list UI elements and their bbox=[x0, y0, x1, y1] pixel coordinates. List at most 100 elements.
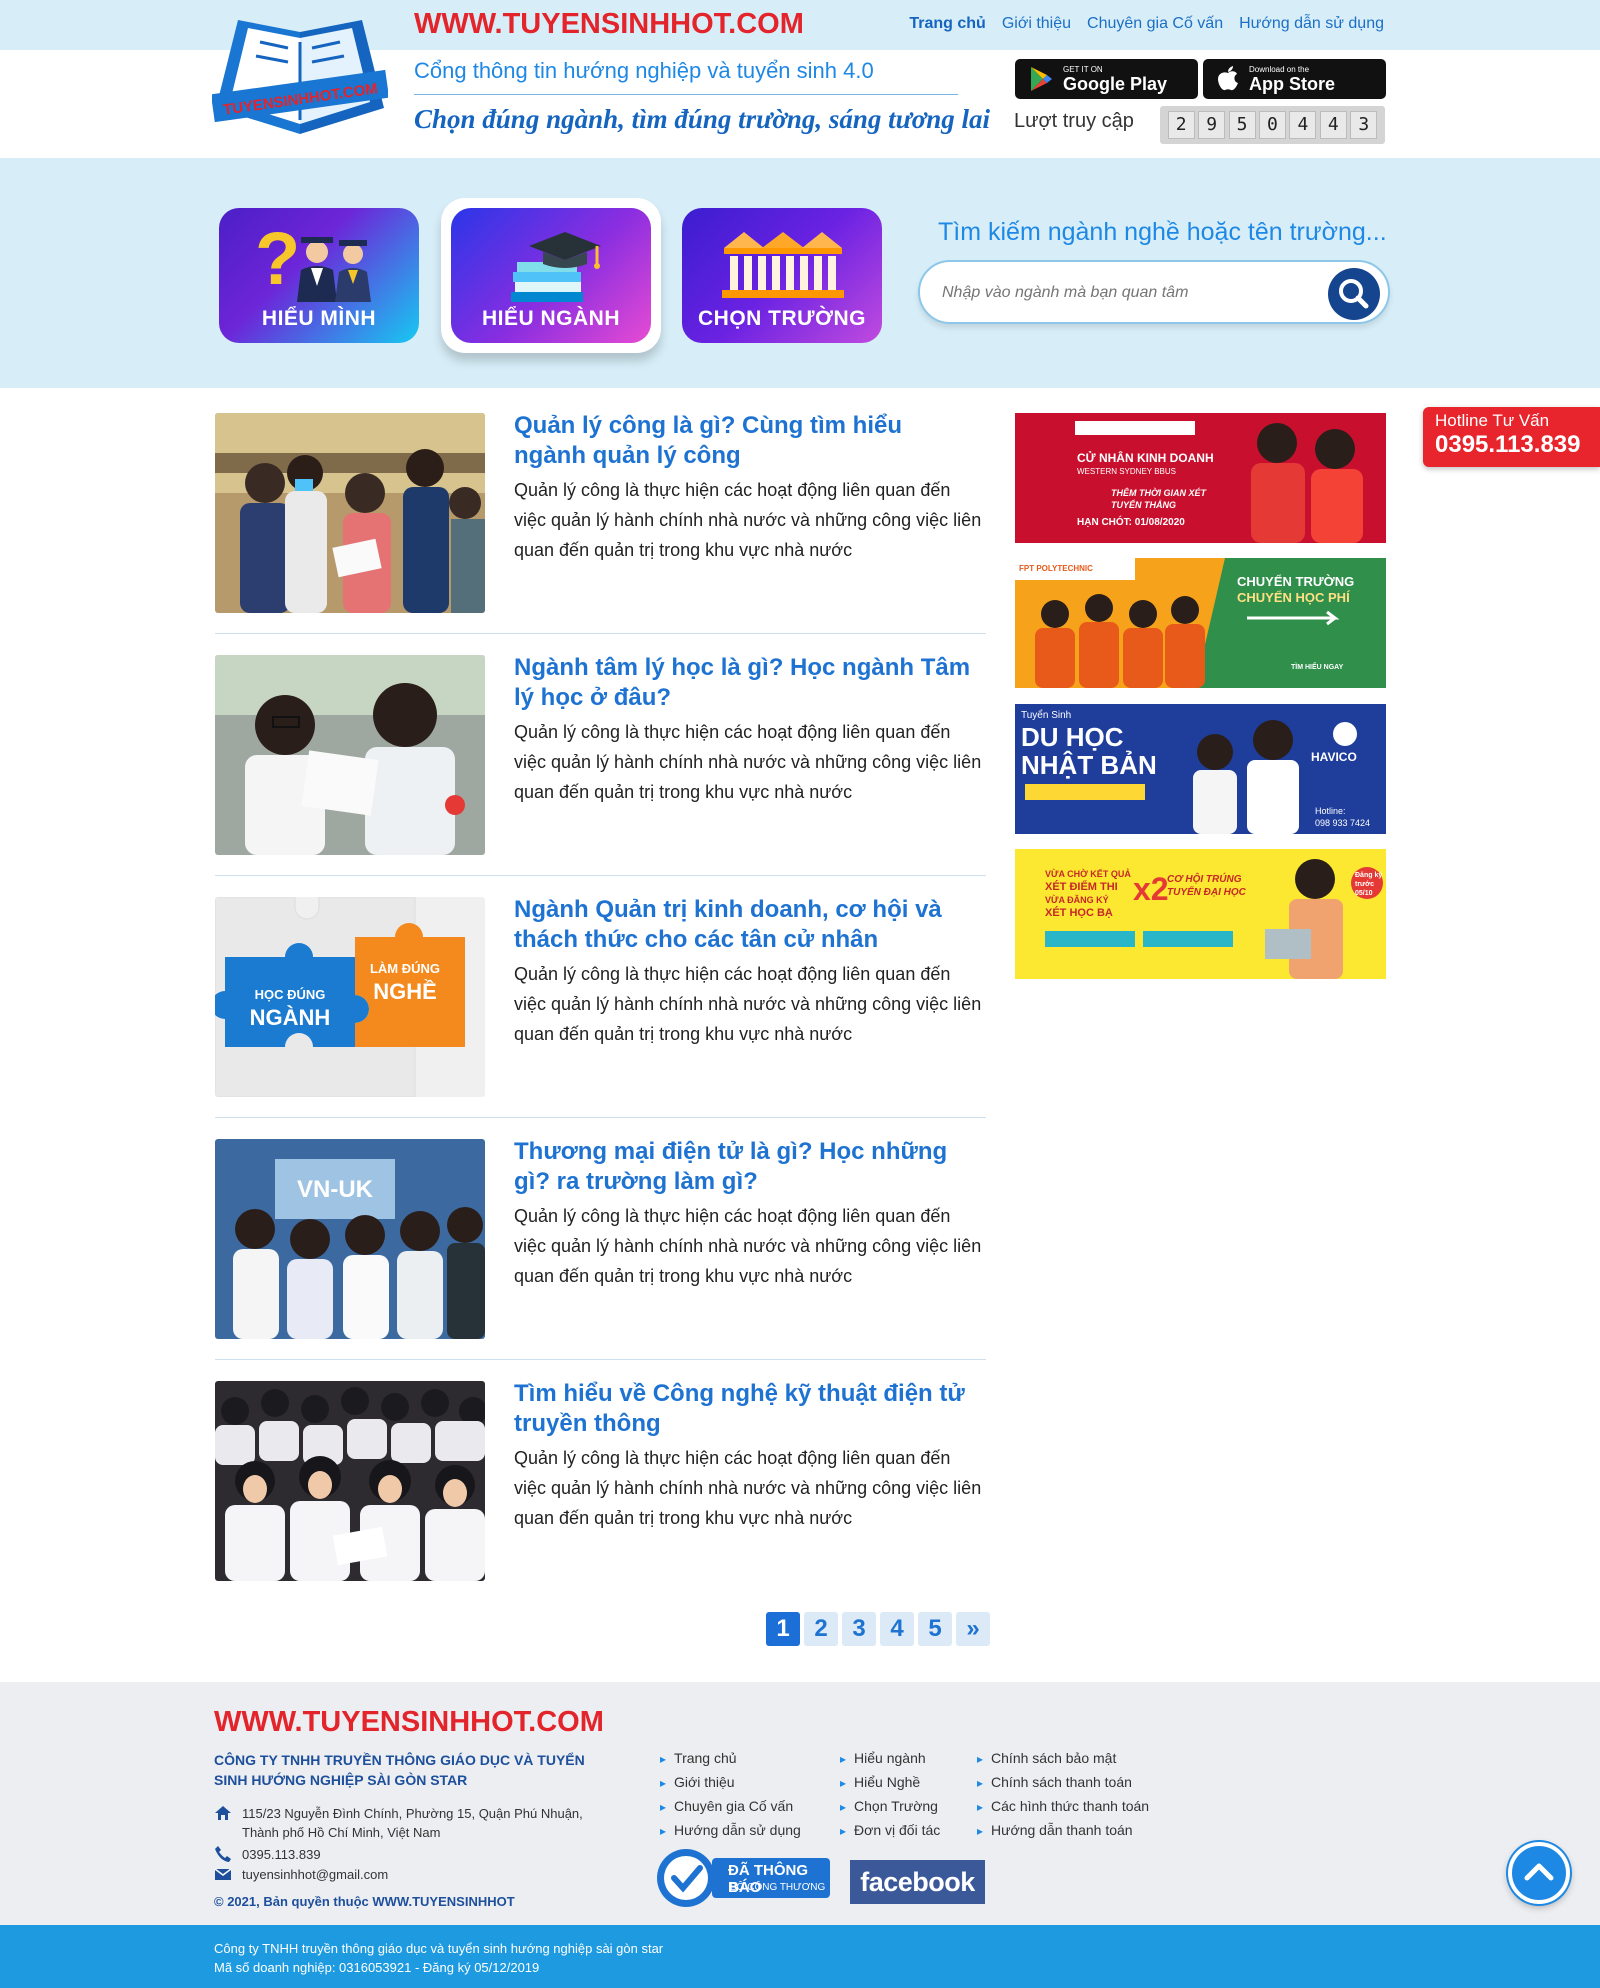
main-nav: Trang chủ Giới thiệu Chuyên gia Cố vấn H… bbox=[909, 15, 1384, 33]
tagline: Cổng thông tin hướng nghiệp và tuyển sin… bbox=[414, 58, 874, 83]
nav-about[interactable]: Giới thiệu bbox=[1002, 15, 1071, 33]
footer-link[interactable]: Chính sách thanh toán bbox=[977, 1770, 1149, 1794]
facebook-button[interactable]: facebook bbox=[850, 1860, 985, 1904]
email-text[interactable]: tuyensinhhot@gmail.com bbox=[242, 1865, 388, 1884]
google-play-button[interactable]: GET IT ON Google Play bbox=[1015, 59, 1198, 99]
footer-link[interactable]: Hiểu Nghề bbox=[840, 1770, 940, 1794]
tile-hieu-minh[interactable]: ? HIỂU MÌNH bbox=[219, 208, 419, 343]
article-thumbnail[interactable]: HỌC ĐÚNG NGÀNH LÀM ĐÚNG NGHỀ bbox=[215, 897, 485, 1097]
article-thumbnail[interactable] bbox=[215, 655, 485, 855]
page-4[interactable]: 4 bbox=[880, 1612, 914, 1646]
article-item: HỌC ĐÚNG NGÀNH LÀM ĐÚNG NGHỀ Ngành Quản … bbox=[215, 895, 986, 1099]
page-1[interactable]: 1 bbox=[766, 1612, 800, 1646]
app-store-button[interactable]: Download on the App Store bbox=[1203, 59, 1386, 99]
article-item: Ngành tâm lý học là gì? Học ngành Tâm lý… bbox=[215, 653, 986, 857]
footer-link[interactable]: Hướng dẫn sử dụng bbox=[660, 1818, 801, 1842]
google-play-small: GET IT ON bbox=[1063, 64, 1103, 74]
badge-line-2: BỘ CÔNG THƯƠNG bbox=[730, 1882, 826, 1893]
banner-text: Tuyển Sinh bbox=[1021, 710, 1072, 721]
article-description: Quản lý công là thực hiện các hoạt động … bbox=[514, 722, 982, 802]
footer-link[interactable]: Hướng dẫn thanh toán bbox=[977, 1818, 1149, 1842]
visit-digit: 5 bbox=[1228, 111, 1256, 139]
footer-link[interactable]: Hiểu ngành bbox=[840, 1746, 940, 1770]
footer-link[interactable]: Đơn vị đối tác bbox=[840, 1818, 940, 1842]
article-thumbnail[interactable] bbox=[215, 1381, 485, 1581]
tagline-divider bbox=[414, 94, 958, 95]
article-title[interactable]: Tìm hiểu về Công nghệ kỹ thuật điện tử t… bbox=[514, 1379, 974, 1439]
app-store-label: App Store bbox=[1249, 73, 1336, 94]
banner-text: NHẬT BẢN bbox=[1021, 750, 1157, 780]
banner-text: CHUYỂN HỌC PHÍ bbox=[1237, 590, 1350, 605]
phone-text[interactable]: 0395.113.839 bbox=[242, 1845, 321, 1864]
footer-link[interactable]: Trang chủ bbox=[660, 1746, 801, 1770]
search-title: Tìm kiếm ngành nghề hoặc tên trường... bbox=[938, 218, 1387, 246]
footer-link[interactable]: Giới thiệu bbox=[660, 1770, 801, 1794]
banner-text: Đăng ký trước 05/10 bbox=[1355, 872, 1383, 897]
nav-home[interactable]: Trang chủ bbox=[909, 15, 985, 33]
ministry-badge[interactable]: ĐÃ THÔNG BÁO BỘ CÔNG THƯƠNG bbox=[656, 1848, 834, 1908]
footer-link[interactable]: Chuyên gia Cố vấn bbox=[660, 1794, 801, 1818]
article-thumbnail[interactable] bbox=[215, 413, 485, 613]
visit-digit: 4 bbox=[1289, 111, 1317, 139]
thumb-sign: VN-UK bbox=[297, 1176, 374, 1203]
banner-text: CƠ HỘI TRÚNG TUYỂN ĐẠI HỌC bbox=[1167, 874, 1246, 898]
banner-text: FPT POLYTECHNIC bbox=[1019, 564, 1093, 573]
tile-chon-truong[interactable]: CHỌN TRƯỜNG bbox=[682, 208, 882, 343]
banner-text: XÉT ĐIỂM THI bbox=[1045, 881, 1118, 893]
search-icon bbox=[1339, 279, 1369, 309]
chevron-up-icon bbox=[1524, 1863, 1554, 1881]
article-item: Tìm hiểu về Công nghệ kỹ thuật điện tử t… bbox=[215, 1379, 986, 1583]
visit-digit: 0 bbox=[1258, 111, 1286, 139]
banner-western-sydney[interactable]: CỬ NHÂN KINH DOANH WESTERN SYDNEY BBUS T… bbox=[1015, 413, 1386, 543]
puzzle-left-small: HỌC ĐÚNG bbox=[255, 987, 326, 1002]
footer-link[interactable]: Các hình thức thanh toán bbox=[977, 1794, 1149, 1818]
nav-experts[interactable]: Chuyên gia Cố vấn bbox=[1087, 15, 1223, 33]
hotline-widget[interactable]: Hotline Tư Vấn 0395.113.839 bbox=[1423, 407, 1600, 467]
page-2[interactable]: 2 bbox=[804, 1612, 838, 1646]
puzzle-right-big: NGHỀ bbox=[373, 979, 437, 1004]
search-button[interactable] bbox=[1328, 268, 1380, 320]
banner-fpt-polytechnic[interactable]: FPT POLYTECHNIC CHUYỂN TRƯỜNG CHUYỂN HỌC… bbox=[1015, 558, 1386, 688]
address-line-2: Thành phố Hồ Chí Minh, Việt Nam bbox=[242, 1825, 441, 1840]
site-url[interactable]: WWW.TUYENSINHHOT.COM bbox=[414, 8, 804, 41]
banner-text: DU HỌC bbox=[1021, 722, 1124, 752]
article-description: Quản lý công là thực hiện các hoạt động … bbox=[514, 480, 982, 560]
footer-link[interactable]: Chọn Trường bbox=[840, 1794, 940, 1818]
search-box bbox=[918, 260, 1390, 324]
article-thumbnail[interactable]: VN-UK bbox=[215, 1139, 485, 1339]
article-divider bbox=[215, 1359, 986, 1360]
visit-counter: 2 9 5 0 4 4 3 bbox=[1160, 106, 1385, 144]
question-graduates-icon: ? bbox=[255, 222, 371, 302]
banner-xet-tuyen[interactable]: VỪA CHỜ KẾT QUẢ XÉT ĐIỂM THI VỪA ĐĂNG KÝ… bbox=[1015, 849, 1386, 979]
page-3[interactable]: 3 bbox=[842, 1612, 876, 1646]
article-item: Quản lý công là gì? Cùng tìm hiểu ngành … bbox=[215, 411, 986, 615]
search-input[interactable] bbox=[942, 276, 1302, 310]
visit-digit: 9 bbox=[1198, 111, 1226, 139]
banner-havico[interactable]: Tuyển Sinh DU HỌC NHẬT BẢN HAVICO Hotlin… bbox=[1015, 704, 1386, 834]
banner-text: VỪA CHỜ KẾT QUẢ bbox=[1045, 869, 1131, 879]
page-5[interactable]: 5 bbox=[918, 1612, 952, 1646]
article-title[interactable]: Ngành tâm lý học là gì? Học ngành Tâm lý… bbox=[514, 653, 974, 713]
site-logo[interactable]: TUYENSINHHOT.COM bbox=[212, 12, 388, 146]
article-description: Quản lý công là thực hiện các hoạt động … bbox=[514, 1448, 982, 1528]
school-building-icon bbox=[722, 232, 844, 298]
footer-address: 115/23 Nguyễn Đình Chính, Phường 15, Quậ… bbox=[214, 1804, 583, 1842]
pagination: 1 2 3 4 5 » bbox=[766, 1612, 990, 1646]
slogan: Chọn đúng ngành, tìm đúng trường, sáng t… bbox=[414, 104, 991, 134]
banner-text: XÉT HỌC BẠ bbox=[1045, 907, 1113, 919]
footer-copyright: © 2021, Bản quyền thuộc WWW.TUYENSINHHOT bbox=[214, 1894, 515, 1909]
footer-email: tuyensinhhot@gmail.com bbox=[214, 1865, 388, 1884]
footer-bottom-line-2: Mã số doanh nghiệp: 0316053921 - Đăng ký… bbox=[214, 1960, 540, 1975]
nav-guide[interactable]: Hướng dẫn sử dụng bbox=[1239, 15, 1384, 33]
footer-links-1: Trang chủ Giới thiệu Chuyên gia Cố vấn H… bbox=[660, 1746, 801, 1842]
article-title[interactable]: Quản lý công là gì? Cùng tìm hiểu ngành … bbox=[514, 411, 974, 471]
footer-link[interactable]: Chính sách bảo mật bbox=[977, 1746, 1149, 1770]
article-title[interactable]: Thương mại điện tử là gì? Học những gì? … bbox=[514, 1137, 974, 1197]
page-next[interactable]: » bbox=[956, 1612, 990, 1646]
footer-url: WWW.TUYENSINHHOT.COM bbox=[214, 1706, 604, 1738]
visit-digit: 3 bbox=[1350, 111, 1378, 139]
tile-hieu-nganh[interactable]: HIỂU NGÀNH bbox=[451, 208, 651, 343]
scroll-to-top-button[interactable] bbox=[1508, 1842, 1570, 1904]
article-description: Quản lý công là thực hiện các hoạt động … bbox=[514, 1206, 982, 1286]
article-title[interactable]: Ngành Quản trị kinh doanh, cơ hội và thá… bbox=[514, 895, 974, 955]
